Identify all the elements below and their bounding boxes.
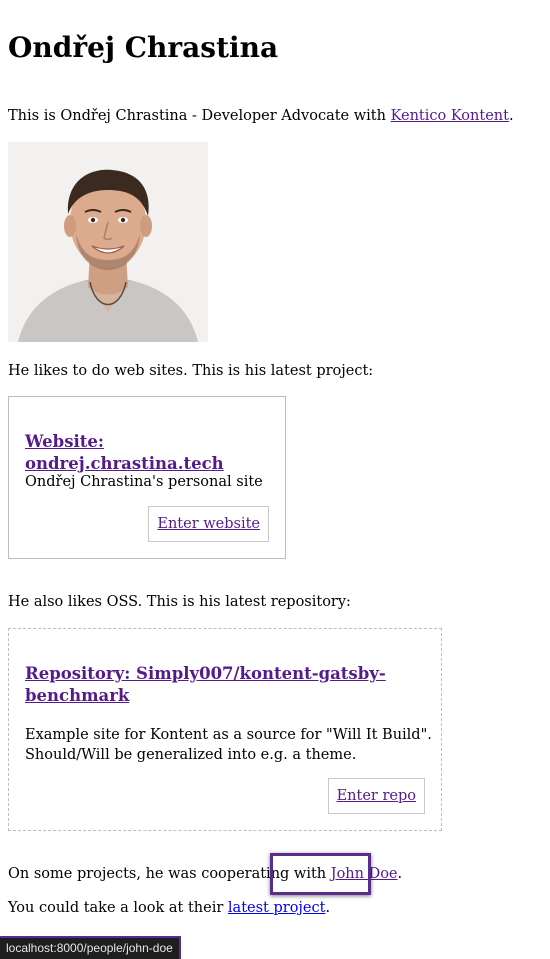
repository-title-line2: benchmark: [25, 686, 130, 705]
repository-description-line2: Should/Will be generalized into e.g. a t…: [25, 747, 357, 763]
enter-repo-button[interactable]: Enter repo: [327, 778, 425, 814]
repository-title-link[interactable]: Repository: Simply007/kontent-gatsby- be…: [25, 663, 386, 707]
latest-project-text: You could take a look at their: [8, 900, 228, 916]
enter-website-button[interactable]: Enter website: [148, 506, 269, 542]
intro-text: This is Ondřej Chrastina - Developer Adv…: [8, 108, 391, 124]
john-doe-link[interactable]: John Doe: [331, 866, 398, 882]
cooperation-paragraph: On some projects, he was cooperating wit…: [8, 864, 402, 884]
intro-paragraph: This is Ondřej Chrastina - Developer Adv…: [8, 106, 514, 126]
website-title-link[interactable]: Website: ondrej.chrastina.tech: [25, 431, 285, 475]
latest-project-paragraph: You could take a look at their latest pr…: [8, 898, 330, 918]
kentico-kontent-link[interactable]: Kentico Kontent: [391, 108, 509, 124]
page-title: Ondřej Chrastina: [8, 31, 279, 64]
repository-card: Repository: Simply007/kontent-gatsby- be…: [8, 628, 442, 831]
website-card: Website: ondrej.chrastina.tech Ondřej Ch…: [8, 396, 286, 559]
website-description: Ondřej Chrastina's personal site: [25, 474, 263, 490]
web-intro-text: He likes to do web sites. This is his la…: [8, 363, 374, 379]
repository-title-line1: Repository: Simply007/kontent-gatsby-: [25, 664, 386, 683]
repository-description-line1: Example site for Kontent as a source for…: [25, 727, 432, 743]
status-bar-url: localhost:8000/people/john-doe: [0, 936, 181, 959]
cooperation-suffix: .: [397, 866, 403, 882]
oss-intro-text: He also likes OSS. This is his latest re…: [8, 594, 351, 610]
latest-project-suffix: .: [325, 900, 331, 916]
latest-project-link[interactable]: latest project: [228, 900, 326, 916]
cooperation-text: On some projects, he was cooperating wit…: [8, 866, 331, 882]
portrait-photo: [8, 142, 208, 342]
intro-suffix: .: [508, 108, 514, 124]
repository-description: Example site for Kontent as a source for…: [25, 725, 432, 765]
